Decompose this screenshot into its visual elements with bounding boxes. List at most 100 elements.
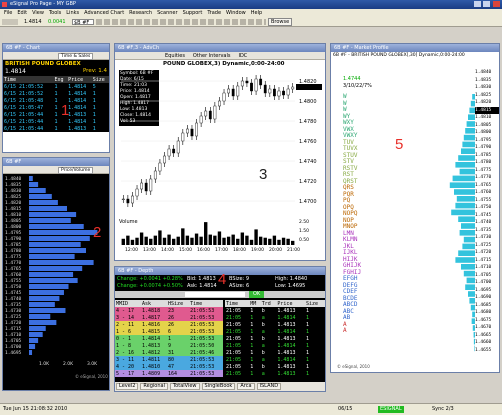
menu-item[interactable]: Advanced Chart: [84, 10, 124, 16]
table-row[interactable]: 6/15 21:05:48 1 1.4814 1: [3, 97, 109, 104]
table-row[interactable]: 2 - 16 1.4812 31 21:05:46: [115, 349, 223, 356]
table-row[interactable]: 3 - 14 1.4817 26 21:05:53: [115, 314, 223, 321]
table-row[interactable]: 6/15 21:05:44 1 1.4813 1: [3, 125, 109, 132]
menu-item[interactable]: Help: [251, 10, 262, 16]
table-row[interactable]: 1 - 8 1.4813 9 21:05:50: [115, 342, 223, 349]
cell-price: 1.4814: [68, 104, 87, 111]
column-header[interactable]: Price: [67, 76, 92, 83]
table-row[interactable]: 6/15 21:05:52 1 1.4814 1: [3, 90, 109, 97]
table-row[interactable]: 6/15 21:05:44 1 1.4814 1: [3, 118, 109, 125]
table-row[interactable]: 6/15 21:05:44 1 1.4813 1: [3, 111, 109, 118]
column-header[interactable]: Exg: [54, 76, 68, 83]
menu-item[interactable]: Edit: [17, 10, 27, 16]
table-row[interactable]: 4 - 20 1.4810 47 21:05:53: [115, 363, 223, 370]
profile-bar: [458, 250, 475, 256]
table-row[interactable]: 21:05 1 b 1.4813 1: [225, 349, 325, 356]
table-row[interactable]: 0 - 1 1.4814 1 21:05:53: [115, 335, 223, 342]
column-header[interactable]: Size: [92, 76, 109, 83]
menu-item[interactable]: Support: [183, 10, 203, 16]
profile-bar: [459, 168, 475, 175]
table-row[interactable]: 3 - 11 1.4811 80 21:05:53: [115, 356, 223, 363]
trade-cell: 1: [305, 342, 309, 349]
minimize-button[interactable]: [473, 1, 481, 7]
browse-button[interactable]: Browse: [268, 18, 293, 26]
order-qty-input[interactable]: [185, 292, 245, 297]
volume-bar: [153, 235, 158, 245]
toolbar-buttons[interactable]: [96, 19, 266, 25]
table-row[interactable]: 2 - 11 1.4816 26 21:05:53: [115, 321, 223, 328]
profile-histogram: [449, 94, 475, 352]
depth-tab[interactable]: TotalView: [169, 383, 200, 390]
column-header[interactable]: Ask: [141, 300, 167, 307]
menu-item[interactable]: View: [32, 10, 44, 16]
profile-bar: [461, 148, 475, 154]
column-header[interactable]: Size: [305, 300, 325, 307]
trade-cell: a: [261, 342, 265, 349]
table-row[interactable]: 1 - 6 1.4815 6 21:05:53: [115, 328, 223, 335]
trade-cell: 1.4813: [277, 349, 296, 356]
candle-body: [176, 140, 180, 154]
table-row[interactable]: 6/15 21:05:52 1 1.4814 5: [3, 83, 109, 90]
ok-button[interactable]: OK: [249, 291, 265, 298]
depth-tab[interactable]: Arca: [237, 383, 255, 390]
depth-tab[interactable]: ISLAND: [256, 383, 282, 390]
trade-cell: 1: [250, 321, 254, 328]
column-header[interactable]: Time: [225, 300, 249, 307]
depth-tab[interactable]: Level2: [116, 383, 139, 390]
price-chart[interactable]: 1.48201.48001.47801.47601.47401.47201.47…: [115, 61, 325, 253]
chart-toolbar-button[interactable]: IDC: [238, 53, 247, 59]
menu-item[interactable]: Links: [66, 10, 79, 16]
menu-item[interactable]: Scanner: [157, 10, 177, 16]
profile-bar: [459, 230, 475, 236]
table-row[interactable]: 21:05 1 a 1.4814 1: [225, 328, 325, 335]
table-row[interactable]: 21:05 1 b 1.4813 1: [225, 363, 325, 370]
toolbar-symbol-input[interactable]: $B #F: [72, 19, 94, 26]
column-header[interactable]: Trd: [261, 300, 277, 307]
candle-body: [185, 128, 189, 134]
column-header[interactable]: MM: [249, 300, 260, 307]
link-tab-price-volume[interactable]: Price/Volume: [58, 167, 94, 174]
menu-item[interactable]: Trade: [207, 10, 221, 16]
table-row[interactable]: 21:05 1 b 1.4813 1: [225, 335, 325, 342]
column-header[interactable]: Price: [276, 300, 305, 307]
table-row[interactable]: 21:05 1 a 1.4814 1: [225, 314, 325, 321]
maximize-button[interactable]: [483, 1, 491, 7]
menu-item[interactable]: Window: [226, 10, 246, 16]
column-header[interactable]: Time: [189, 300, 223, 307]
menu-item[interactable]: File: [4, 10, 12, 16]
table-row[interactable]: 6/15 21:05:47 1 1.4814 1: [3, 104, 109, 111]
toolbar-icons[interactable]: [2, 19, 18, 25]
price-tick: 1.4820: [475, 100, 492, 105]
link-tab-time-sales[interactable]: Time & Sales: [58, 53, 94, 60]
table-row[interactable]: 21:05 1 a 1.4814 1: [225, 356, 325, 363]
time-sales-window: 6B #F - Chart Time & Sales BRITISH POUND…: [2, 43, 110, 153]
volume-bar: [121, 238, 125, 245]
menu-item[interactable]: Research: [129, 10, 152, 16]
depth-tab[interactable]: SingleBook: [201, 383, 236, 390]
close-button[interactable]: [493, 1, 500, 7]
table-row[interactable]: 5 - 17 1.4809 164 21:05:53: [115, 370, 223, 377]
table-row[interactable]: 21:05 1 a 1.4814 1: [225, 342, 325, 349]
column-header[interactable]: Time: [3, 76, 54, 83]
trade-cell: 21:05: [226, 321, 242, 328]
chart-toolbar-button[interactable]: Equities: [165, 53, 185, 59]
table-row[interactable]: 21:05 1 b 1.4813 1: [225, 321, 325, 328]
table-row[interactable]: 21:05 1 b 1.4813 1: [225, 307, 325, 314]
volume-bar: [277, 239, 281, 245]
depth-tab[interactable]: Regional: [140, 383, 168, 390]
profile-bar: [455, 162, 475, 168]
trade-cell: 1.4813: [277, 321, 296, 328]
volume-bar: [29, 350, 33, 355]
menu-item[interactable]: Tools: [49, 10, 61, 16]
column-header[interactable]: HSize: [167, 300, 189, 307]
column-header[interactable]: MMID: [115, 300, 141, 307]
volume-bar: [258, 236, 263, 245]
price-label: 1.4760: [5, 272, 22, 278]
table-row[interactable]: 4 - 17 1.4818 23 21:05:53: [115, 307, 223, 314]
status-esignal: ESIGNAL: [378, 406, 404, 413]
depth-cell: 1.4812: [142, 349, 161, 356]
price-label: 1.4750: [5, 284, 22, 290]
volume-bar: [254, 229, 258, 245]
chart-toolbar-button[interactable]: Other Intervals: [193, 53, 231, 59]
table-row[interactable]: 21:05 1 a 1.4813 1: [225, 370, 325, 377]
